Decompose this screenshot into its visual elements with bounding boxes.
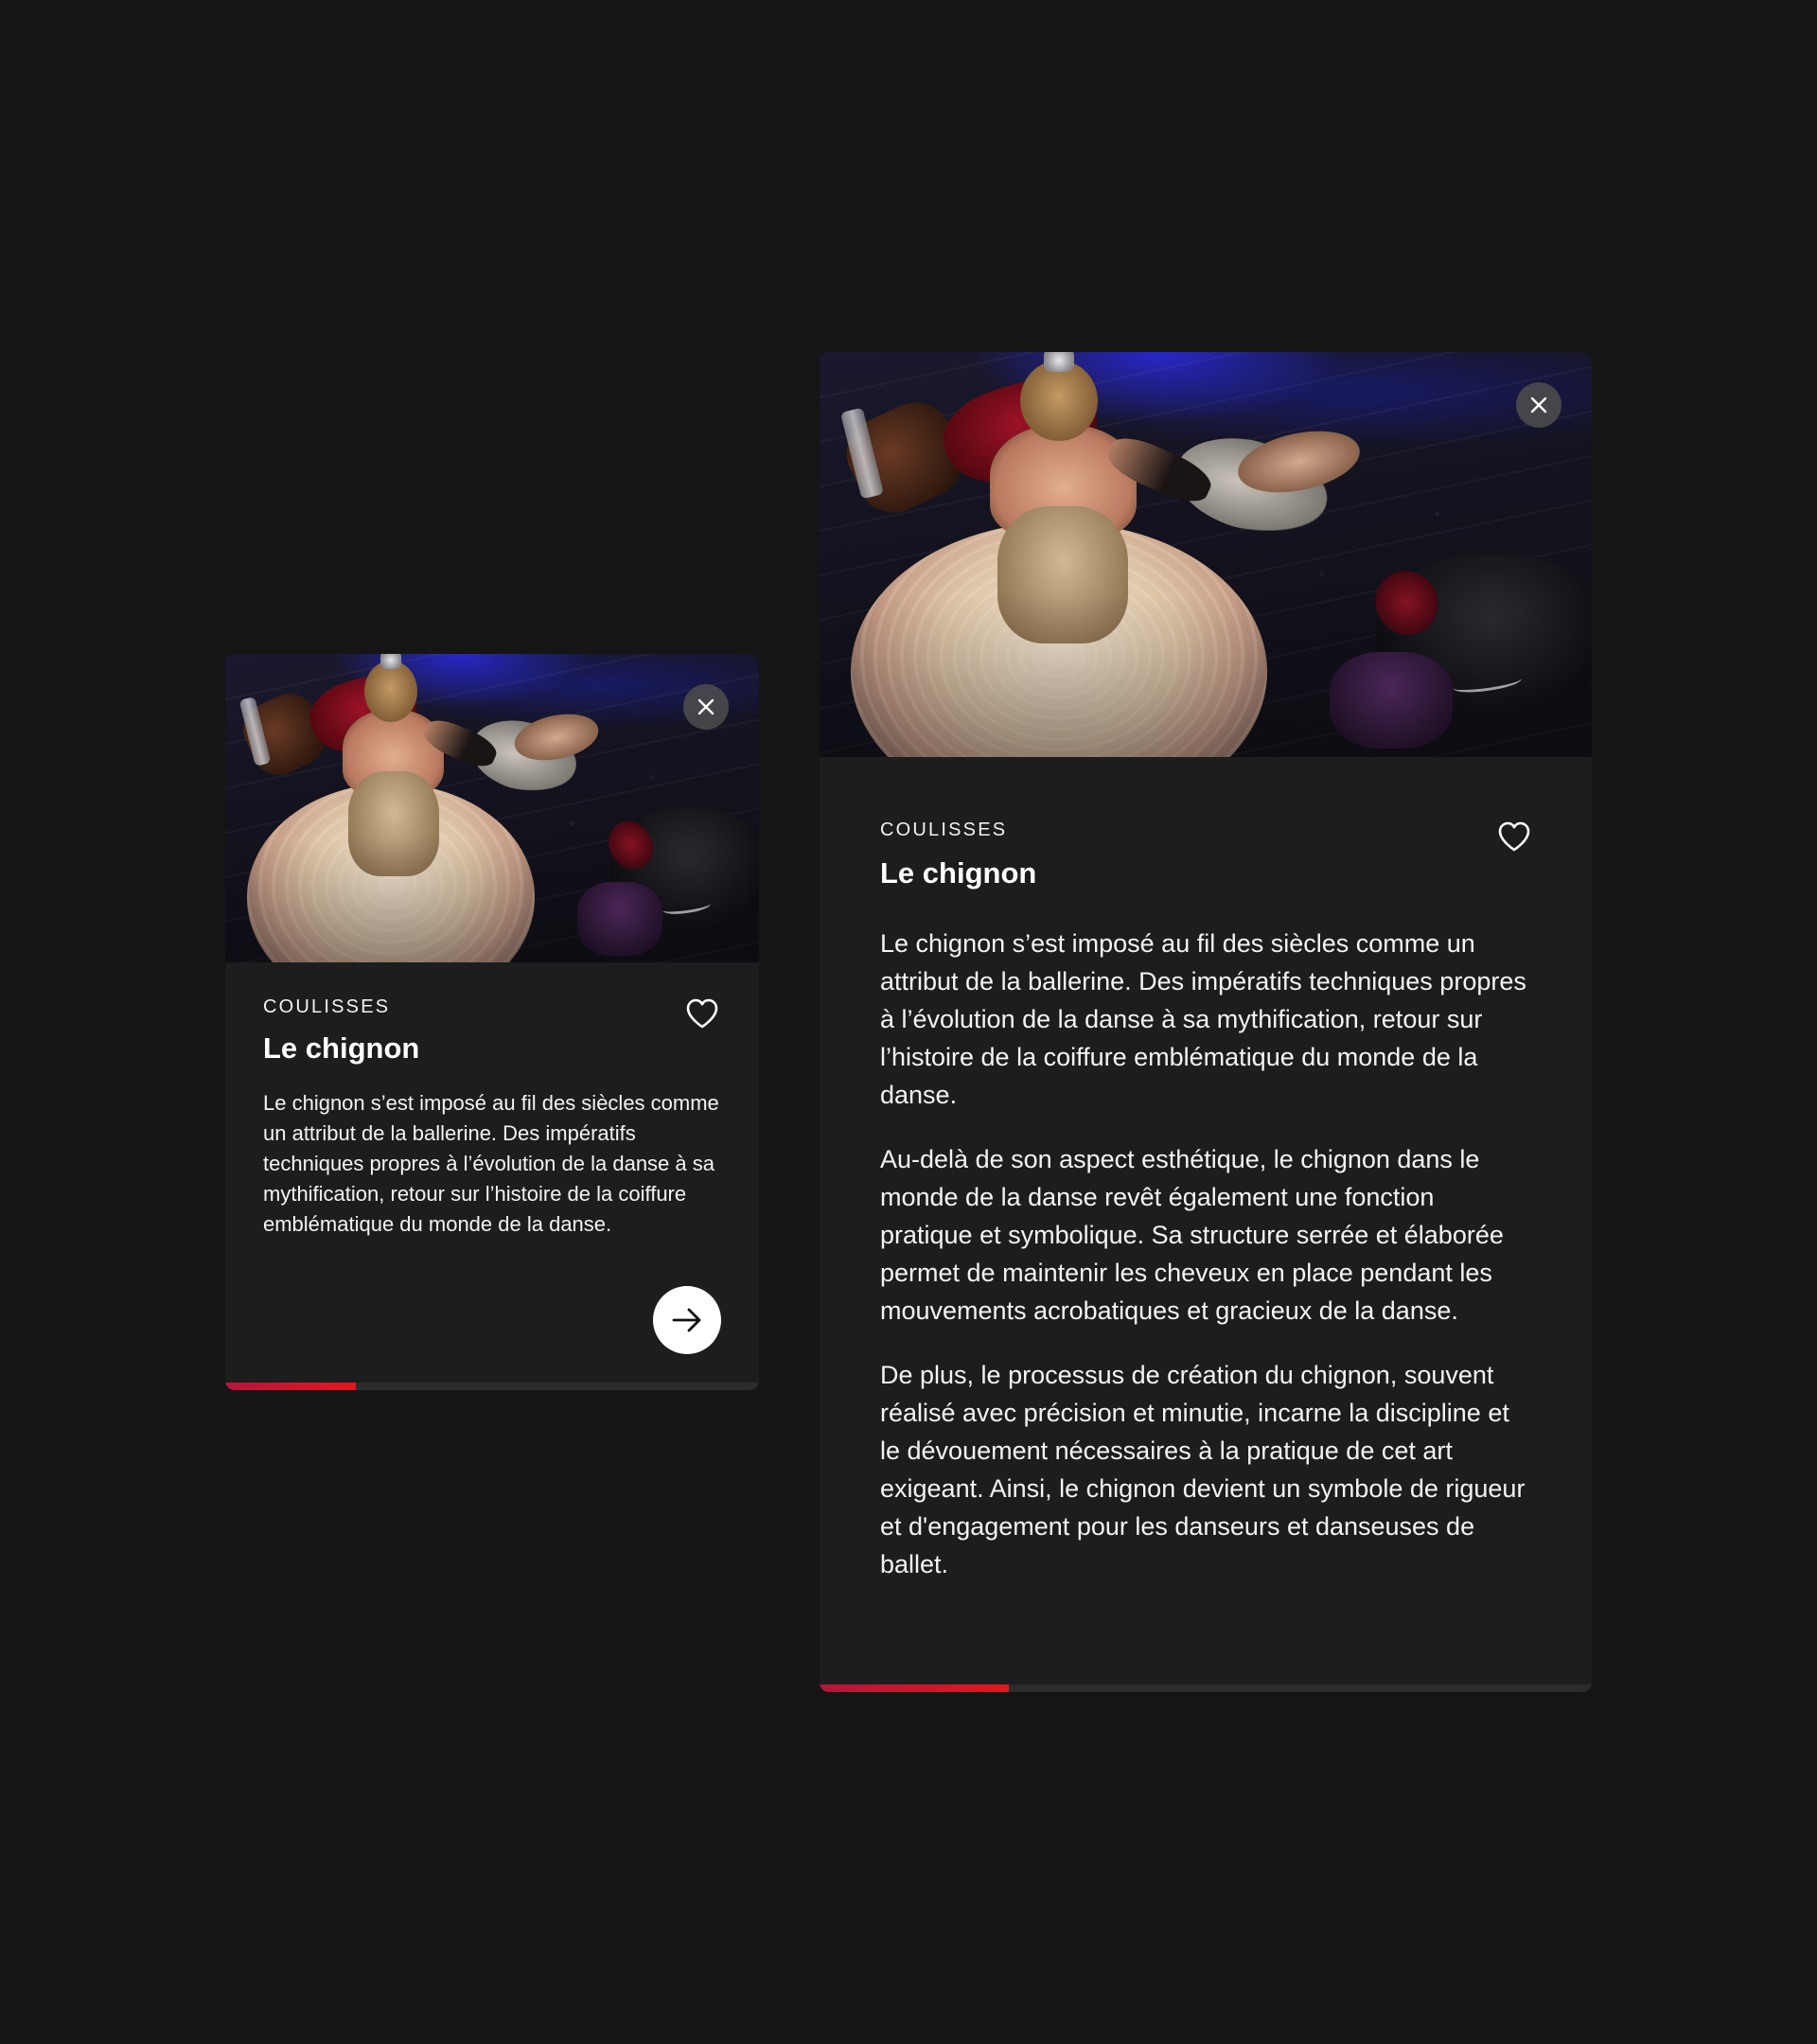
close-icon: [1530, 396, 1547, 414]
close-icon: [697, 698, 714, 715]
card-excerpt: Le chignon s’est imposé au fil des siècl…: [263, 1091, 719, 1236]
card-content: COULISSES Le chignon Le chignon s’est im…: [225, 962, 759, 1240]
article-title: Le chignon: [880, 856, 1037, 890]
favorite-button[interactable]: [683, 995, 721, 1032]
card-title: Le chignon: [263, 1031, 420, 1065]
story-card-expanded: COULISSES Le chignon Le chignon s’est im…: [820, 352, 1592, 1692]
progress-fill: [225, 1383, 357, 1390]
article-paragraph: Au-delà de son aspect esthétique, le chi…: [880, 1145, 1504, 1325]
next-button[interactable]: [653, 1286, 721, 1354]
category-label: COULISSES: [880, 819, 1008, 840]
heart-icon: [1498, 821, 1530, 852]
heart-icon: [686, 998, 718, 1029]
arrow-right-icon: [672, 1308, 701, 1332]
favorite-button[interactable]: [1495, 818, 1533, 855]
close-button[interactable]: [683, 684, 729, 730]
close-button[interactable]: [1516, 382, 1561, 428]
ballerina-photo: [820, 352, 1592, 757]
article-content: COULISSES Le chignon Le chignon s’est im…: [820, 757, 1592, 1583]
reading-progress-bar: [225, 1383, 759, 1390]
reading-progress-bar: [820, 1684, 1592, 1692]
ballerina-photo: [225, 654, 759, 962]
category-label: COULISSES: [263, 996, 391, 1017]
story-card-preview[interactable]: COULISSES Le chignon Le chignon s’est im…: [225, 654, 759, 1390]
article-paragraph: De plus, le processus de création du chi…: [880, 1361, 1526, 1578]
progress-fill: [820, 1684, 1009, 1692]
article-paragraph: Le chignon s’est imposé au fil des siècl…: [880, 929, 1526, 1109]
